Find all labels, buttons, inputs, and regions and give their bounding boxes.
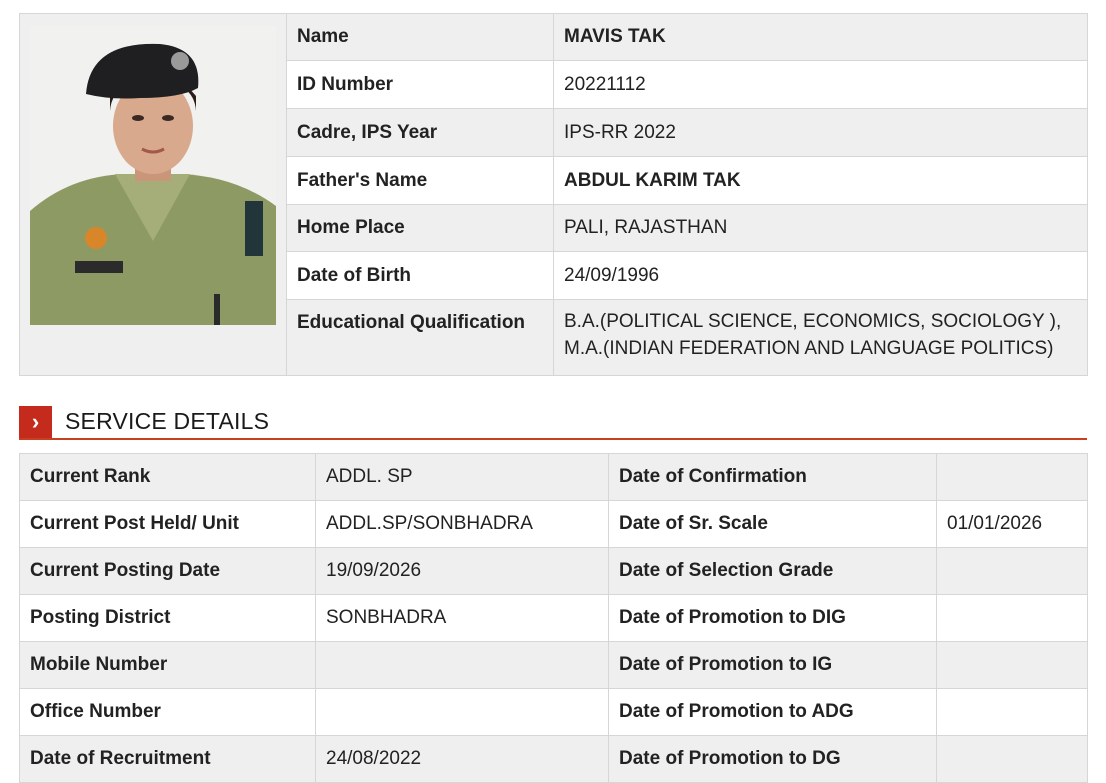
service-row: Current Posting Date 19/09/2026 Date of Se… — [19, 547, 1088, 595]
date-of-birth-value: 24/09/1996 — [553, 251, 1088, 300]
service-label: Office Number — [19, 688, 316, 736]
service-label: Posting District — [19, 594, 316, 642]
service-value: 24/08/2022 — [315, 735, 609, 783]
service-value — [936, 547, 1088, 595]
id-number-label: ID Number — [286, 60, 554, 109]
service-label: Date of Promotion to IG — [608, 641, 937, 689]
cadre-value: IPS-RR 2022 — [553, 108, 1088, 157]
fathers-name-value: ABDUL KARIM TAK — [553, 156, 1088, 205]
service-value — [936, 688, 1088, 736]
id-number-value: 20221112 — [553, 60, 1088, 109]
service-row: Date of Recruitment 24/08/2022 Date of Pro… — [19, 735, 1088, 783]
service-label: Date of Selection Grade — [608, 547, 937, 595]
service-value: ADDL. SP — [315, 453, 609, 501]
service-label: Date of Promotion to ADG — [608, 688, 937, 736]
education-value: B.A.(POLITICAL SCIENCE, ECONOMICS, SOCIO… — [553, 299, 1088, 376]
profile-table: Name MAVIS TAK ID Number 20221112 Cadre,… — [19, 13, 1088, 376]
service-label: Date of Sr. Scale — [608, 500, 937, 548]
cadre-label: Cadre, IPS Year — [286, 108, 554, 157]
service-row: Current Rank ADDL. SP Date of Confirmation — [19, 453, 1088, 501]
education-label: Educational Qualification — [286, 299, 554, 376]
home-place-value: PALI, RAJASTHAN — [553, 204, 1088, 252]
date-of-birth-label: Date of Birth — [286, 251, 554, 300]
education-line-1: B.A.(POLITICAL SCIENCE, ECONOMICS, SOCIO… — [564, 311, 1062, 332]
service-value — [936, 641, 1088, 689]
service-label: Date of Recruitment — [19, 735, 316, 783]
service-label: Current Posting Date — [19, 547, 316, 595]
fathers-name-label: Father's Name — [286, 156, 554, 205]
service-value: 01/01/2026 — [936, 500, 1088, 548]
service-value — [936, 594, 1088, 642]
service-row: Mobile Number Date of Promotion to IG — [19, 641, 1088, 689]
service-label: Date of Confirmation — [608, 453, 937, 501]
name-label: Name — [286, 13, 554, 61]
service-row: Posting District SONBHADRA Date of Promoti… — [19, 594, 1088, 642]
service-label: Date of Promotion to DIG — [608, 594, 937, 642]
service-row: Office Number Date of Promotion to ADG — [19, 688, 1088, 736]
home-place-label: Home Place — [286, 204, 554, 252]
service-value — [315, 688, 609, 736]
service-value: ADDL.SP/SONBHADRA — [315, 500, 609, 548]
service-row: Current Post Held/ Unit ADDL.SP/SONBHADRA… — [19, 500, 1088, 548]
name-value: MAVIS TAK — [553, 13, 1088, 61]
service-details-table: Current Rank ADDL. SP Date of Confirmation… — [19, 453, 1088, 783]
officer-photo-cell — [19, 13, 287, 376]
service-value: SONBHADRA — [315, 594, 609, 642]
service-details-header: › SERVICE DETAILS — [19, 406, 1087, 440]
service-label: Current Rank — [19, 453, 316, 501]
service-value — [315, 641, 609, 689]
service-label: Date of Promotion to DG — [608, 735, 937, 783]
service-label: Current Post Held/ Unit — [19, 500, 316, 548]
service-value: 19/09/2026 — [315, 547, 609, 595]
service-value — [936, 735, 1088, 783]
service-label: Mobile Number — [19, 641, 316, 689]
education-line-2: M.A.(INDIAN FEDERATION AND LANGUAGE POLI… — [564, 338, 1054, 359]
service-details-title: SERVICE DETAILS — [65, 408, 270, 434]
chevron-right-icon: › — [19, 406, 52, 438]
officer-photo — [30, 26, 276, 325]
service-value — [936, 453, 1088, 501]
